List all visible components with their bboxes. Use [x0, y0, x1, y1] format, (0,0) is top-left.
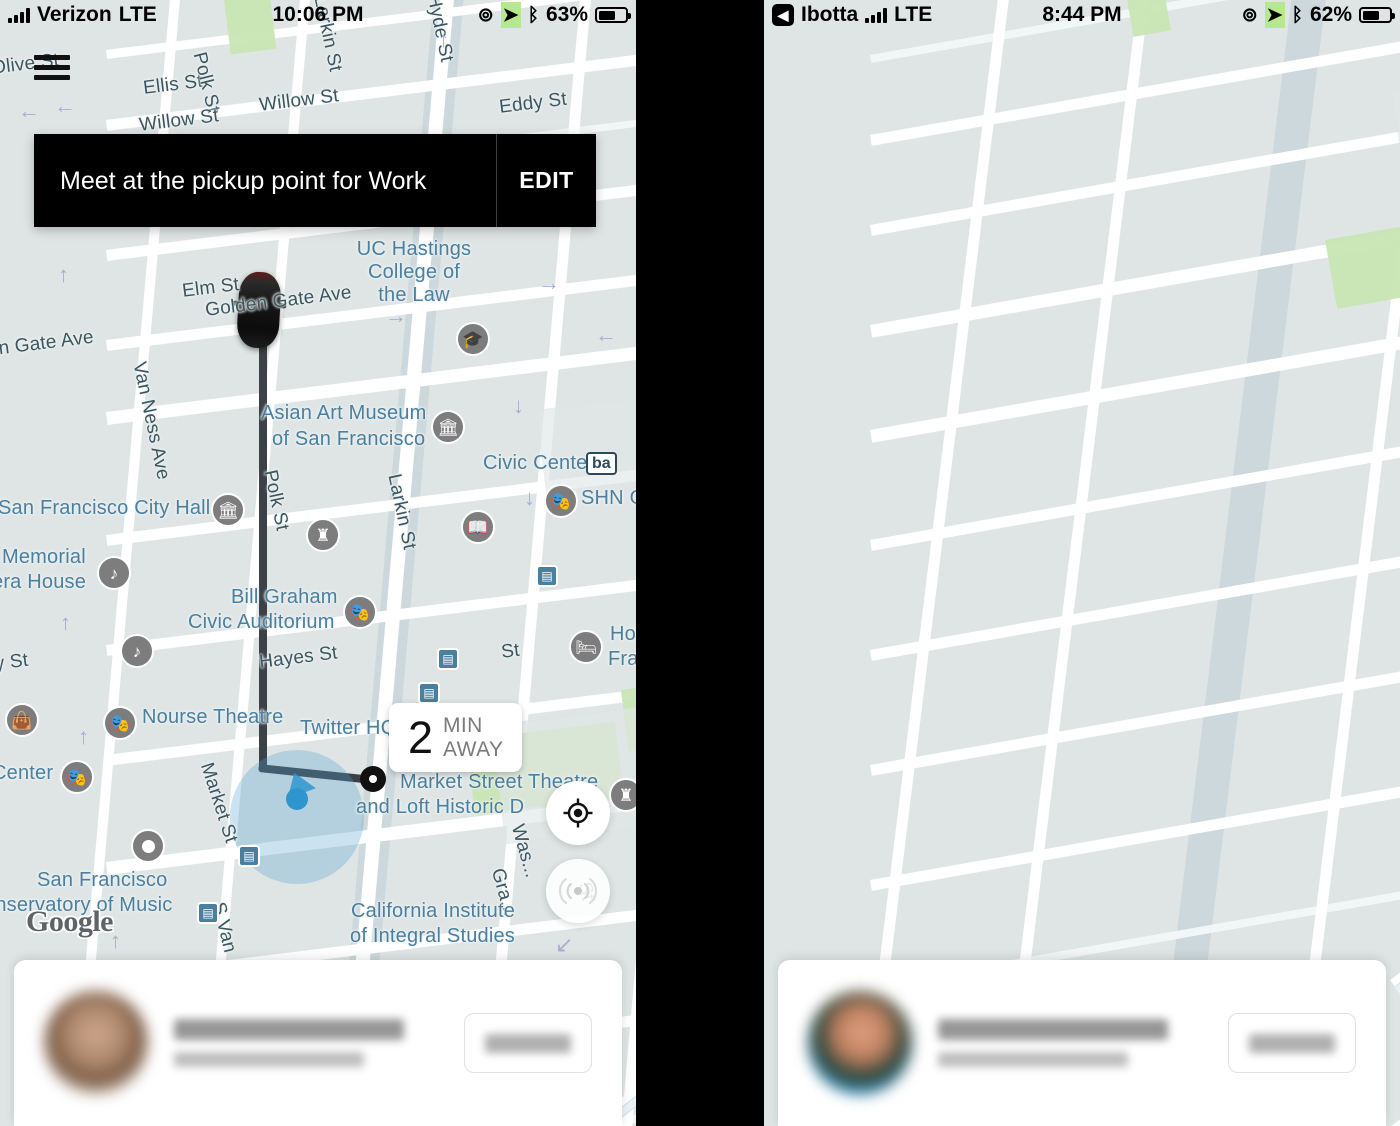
book-icon: 📖 — [461, 510, 495, 544]
pickup-banner-message: Meet at the pickup point for Work — [60, 166, 427, 195]
bluetooth-icon: ᛒ — [1291, 4, 1303, 26]
route-line — [259, 300, 267, 770]
transit-station-icon: ▤ — [536, 565, 558, 587]
transit-station-icon: ▤ — [418, 682, 440, 704]
google-logo: Google — [26, 905, 114, 938]
museum-icon: 🏛 — [431, 410, 465, 444]
beacon-icon — [559, 877, 597, 905]
bart-icon: ba — [586, 452, 617, 475]
pickup-banner: Meet at the pickup point for Work EDIT — [34, 134, 596, 227]
music-icon: ♪ — [120, 634, 154, 668]
contact-driver-button[interactable] — [1228, 1013, 1356, 1073]
user-location-dot — [286, 788, 308, 810]
theatre-icon: 🎭 — [544, 484, 578, 518]
generic-poi-icon — [131, 829, 165, 863]
comparison-screenshot: Olive St Ellis St Polk St Willow St Will… — [0, 0, 1400, 1126]
right-status-bar: ◀ Ibotta LTE 8:44 PM ⊚ ➤ ᛒ 62% — [764, 0, 1400, 30]
transit-station-icon: ▤ — [437, 648, 459, 670]
transit-station-icon: ▤ — [197, 902, 219, 924]
right-phone-screen: Turk St Elm St CIVIC CENTER of San Franc… — [764, 0, 1400, 1126]
driver-vehicle-redacted — [938, 1052, 1128, 1067]
oneway-arrow-icon: ↓ — [513, 393, 524, 418]
battery-percent-label: 62% — [1309, 3, 1352, 26]
network-label: LTE — [894, 3, 933, 26]
driver-name-redacted — [174, 1019, 404, 1040]
contact-label-redacted — [485, 1033, 571, 1053]
contact-driver-button[interactable] — [464, 1013, 592, 1073]
left-status-bar: Verizon LTE 10:06 PM ⊚ ➤ ᛒ 63% — [0, 0, 636, 30]
pickup-point-marker[interactable] — [360, 766, 386, 792]
location-arrow-icon: ➤ — [500, 2, 521, 28]
music-icon: ♪ — [97, 556, 131, 590]
eta-chip: 2 MIN AWAY — [389, 703, 523, 773]
recenter-button[interactable] — [546, 781, 610, 845]
lock-rotation-icon: ⊚ — [1241, 4, 1258, 26]
driver-card[interactable] — [778, 960, 1386, 1126]
battery-icon — [1359, 7, 1395, 23]
transit-station-icon: ▤ — [238, 845, 260, 867]
hamburger-icon — [34, 65, 70, 70]
lock-rotation-icon: ⊚ — [477, 4, 494, 26]
oneway-arrow-icon: ↙ — [555, 932, 574, 957]
location-arrow-icon: ➤ — [1264, 2, 1285, 28]
oneway-arrow-icon: ↑ — [60, 610, 71, 635]
driver-card[interactable] — [14, 960, 622, 1126]
contact-label-redacted — [1249, 1033, 1335, 1053]
carrier-label: Verizon — [37, 3, 112, 26]
back-chevron-icon[interactable]: ◀ — [772, 4, 794, 26]
driver-name-redacted — [938, 1019, 1168, 1040]
oneway-arrow-icon: ← — [18, 98, 40, 123]
bluetooth-icon: ᛒ — [527, 4, 539, 26]
city-hall-icon: 🏛 — [211, 493, 245, 527]
oneway-arrow-icon: ↓ — [524, 485, 535, 510]
oneway-arrow-icon: ← — [54, 93, 76, 118]
back-app-label[interactable]: Ibotta — [801, 3, 858, 27]
oneway-arrow-icon: ↑ — [438, 27, 449, 52]
oneway-arrow-icon: → — [538, 270, 560, 295]
battery-percent-label: 63% — [545, 3, 588, 26]
theatre-icon: 🎭 — [60, 760, 94, 794]
beacon-button[interactable] — [546, 859, 610, 923]
signal-bars-icon — [8, 7, 30, 23]
oneway-arrow-icon: ↑ — [78, 724, 89, 749]
landmark-icon: ♜ — [306, 518, 340, 552]
edit-pickup-button[interactable]: EDIT — [496, 134, 596, 227]
theatre-icon: 🎭 — [103, 706, 137, 740]
hamburger-icon — [34, 55, 70, 60]
driver-avatar — [44, 991, 148, 1095]
battery-icon — [595, 7, 631, 23]
right-map[interactable]: Turk St Elm St CIVIC CENTER of San Franc… — [764, 0, 1400, 1126]
oneway-arrow-icon: ← — [595, 322, 617, 347]
theatre-icon: 🎭 — [343, 595, 377, 629]
eta-unit: MIN AWAY — [443, 714, 504, 761]
driver-car-marker — [232, 270, 287, 350]
hotel-icon: 🛏 — [569, 630, 603, 664]
driver-avatar — [808, 991, 912, 1095]
signal-bars-icon — [865, 7, 888, 23]
recenter-icon — [563, 798, 593, 828]
landmark-icon: ♜ — [609, 778, 636, 812]
menu-button[interactable] — [34, 55, 70, 80]
eta-number: 2 — [408, 712, 434, 764]
left-phone-screen: Olive St Ellis St Polk St Willow St Will… — [0, 0, 636, 1126]
network-label: LTE — [118, 3, 157, 26]
driver-vehicle-redacted — [174, 1052, 364, 1067]
shopping-icon: 👜 — [5, 703, 39, 737]
school-icon: 🎓 — [456, 322, 490, 356]
hamburger-icon — [34, 75, 70, 80]
oneway-arrow-icon: → — [385, 303, 407, 328]
oneway-arrow-icon: ↑ — [58, 262, 69, 287]
